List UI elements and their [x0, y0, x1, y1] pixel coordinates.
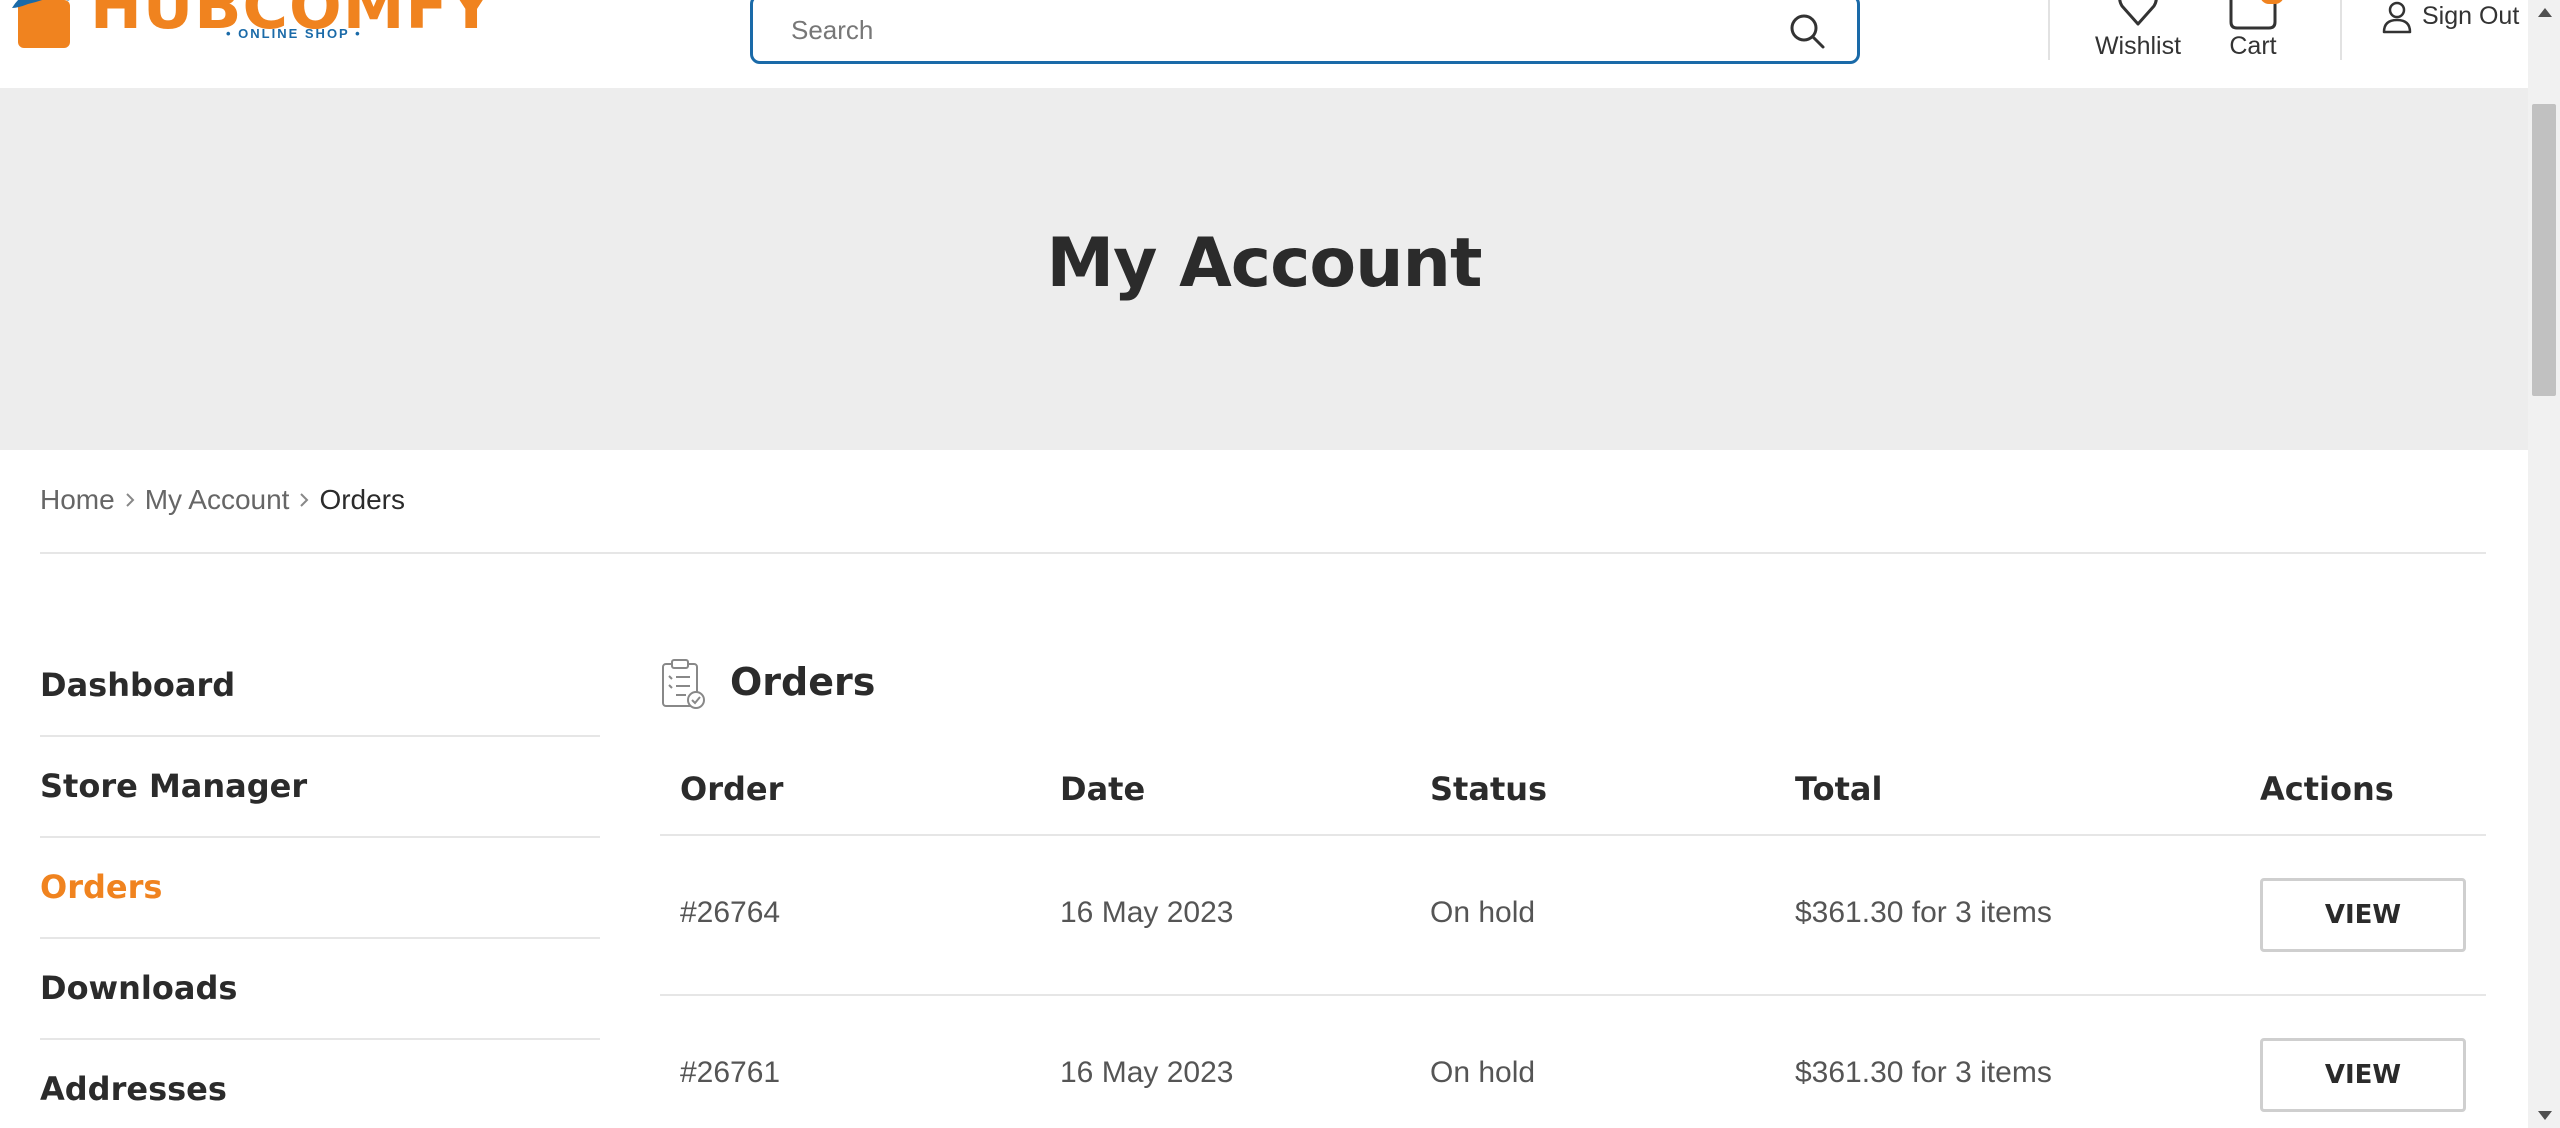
column-header-order: Order [680, 770, 784, 808]
page-title: My Account [1046, 224, 1483, 303]
sidebar-item-label: Store Manager [40, 767, 308, 805]
header-divider [2048, 0, 2050, 60]
sidebar-item-label: Orders [40, 868, 163, 906]
sidebar-item-addresses[interactable]: Addresses [40, 1040, 600, 1128]
order-date: 16 May 2023 [1060, 896, 1234, 929]
breadcrumb-divider [40, 552, 2486, 554]
breadcrumb-orders: Orders [319, 484, 406, 515]
cart-icon [2229, 0, 2277, 30]
site-header: HUBCOMFY • ONLINE SHOP • Wishlist Cart S… [0, 0, 2528, 88]
breadcrumb-my-account[interactable]: My Account [145, 484, 290, 516]
order-date: 16 May 2023 [1060, 1056, 1234, 1089]
wishlist-link[interactable]: Wishlist [2086, 0, 2190, 62]
breadcrumb: Home My Account Orders [40, 480, 405, 520]
scrollbar-thumb[interactable] [2532, 104, 2556, 396]
sidebar-item-downloads[interactable]: Downloads [40, 939, 600, 1040]
order-status: On hold [1430, 896, 1536, 929]
view-order-button[interactable]: VIEW [2260, 1038, 2466, 1112]
orders-title: Orders [730, 660, 876, 704]
sidebar-item-label: Addresses [40, 1070, 227, 1108]
logo-mark-icon [12, 0, 70, 48]
logo-tagline: • ONLINE SHOP • [226, 26, 362, 41]
orders-table: Order Date Status Total Actions #26764 1… [660, 756, 2486, 1128]
table-row: #26764 16 May 2023 On hold $361.30 for 3… [660, 836, 2486, 996]
table-header: Order Date Status Total Actions [660, 756, 2486, 836]
sign-out-link[interactable]: Sign Out [2378, 0, 2528, 40]
sidebar-item-label: Dashboard [40, 666, 236, 704]
sidebar-item-label: Downloads [40, 969, 238, 1007]
order-number[interactable]: #26761 [680, 1056, 780, 1090]
chevron-right-icon [289, 491, 319, 509]
column-header-date: Date [1060, 770, 1146, 808]
table-row: #26761 16 May 2023 On hold $361.30 for 3… [660, 996, 2486, 1128]
search-icon[interactable] [1787, 11, 1827, 51]
column-header-total: Total [1795, 770, 1883, 808]
sign-out-label: Sign Out [2422, 2, 2520, 30]
column-header-actions: Actions [2260, 770, 2394, 808]
sidebar-item-dashboard[interactable]: Dashboard [40, 636, 600, 737]
chevron-right-icon [115, 491, 145, 509]
clipboard-check-icon [662, 659, 705, 709]
user-icon [2382, 1, 2412, 34]
page-scrollbar[interactable] [2528, 0, 2560, 1128]
header-divider [2340, 0, 2342, 60]
cart-link[interactable]: Cart [2218, 0, 2288, 62]
order-total: $361.30 for 3 items [1795, 896, 2052, 929]
search-input[interactable] [791, 13, 1691, 47]
column-header-status: Status [1430, 770, 1548, 808]
account-sidebar: Dashboard Store Manager Orders Downloads… [40, 636, 600, 1128]
heart-icon [2118, 0, 2158, 26]
site-logo[interactable]: HUBCOMFY • ONLINE SHOP • [0, 0, 520, 68]
scroll-down-arrow-icon[interactable] [2538, 1111, 2552, 1120]
search-box [750, 0, 1860, 64]
view-order-button[interactable]: VIEW [2260, 878, 2466, 952]
breadcrumb-home[interactable]: Home [40, 484, 115, 516]
order-status: On hold [1430, 1056, 1536, 1089]
page-banner: My Account [0, 88, 2528, 450]
sidebar-item-store-manager[interactable]: Store Manager [40, 737, 600, 838]
cart-label: Cart [2229, 32, 2277, 60]
order-number[interactable]: #26764 [680, 896, 780, 930]
scroll-up-arrow-icon[interactable] [2538, 8, 2552, 17]
order-total: $361.30 for 3 items [1795, 1056, 2052, 1089]
wishlist-label: Wishlist [2094, 32, 2182, 60]
sidebar-item-orders[interactable]: Orders [40, 838, 600, 939]
